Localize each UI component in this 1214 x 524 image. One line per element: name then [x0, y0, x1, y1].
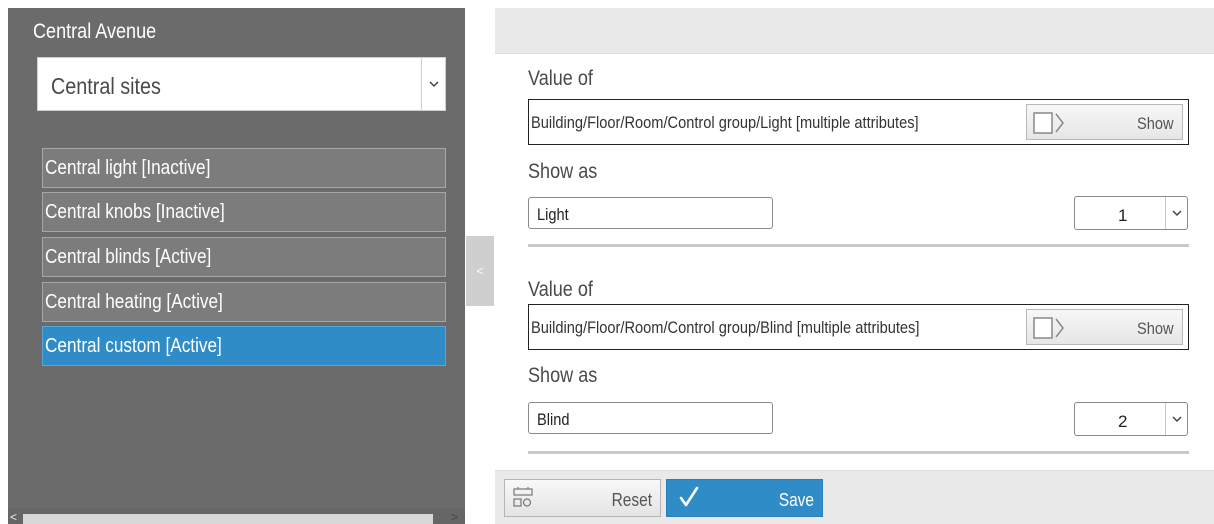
value-path-field: Building/Floor/Room/Control group/Blind …	[528, 304, 1189, 350]
show-panel-icon	[1033, 317, 1064, 339]
value-of-label: Value of	[528, 278, 593, 301]
order-select[interactable]: 2	[1074, 402, 1188, 436]
collapse-sidebar-button[interactable]: <	[466, 236, 494, 306]
central-item-blinds[interactable]: Central blinds [Active]	[42, 237, 446, 277]
entry-divider	[528, 451, 1189, 454]
reset-button-label: Reset	[611, 490, 652, 510]
show-as-input-value: Light	[537, 205, 569, 224]
order-select[interactable]: 1	[1074, 196, 1188, 230]
show-button-label: Show	[1137, 319, 1174, 338]
central-item-light[interactable]: Central light [Inactive]	[42, 148, 446, 188]
save-button[interactable]: Save	[666, 479, 823, 517]
value-path-field: Building/Floor/Room/Control group/Light …	[528, 99, 1189, 145]
value-path-text: Building/Floor/Room/Control group/Light …	[531, 113, 919, 132]
reset-icon	[513, 487, 533, 507]
show-button[interactable]: Show	[1026, 104, 1183, 140]
reset-button[interactable]: Reset	[504, 479, 661, 517]
central-item-knobs[interactable]: Central knobs [Inactive]	[42, 192, 446, 232]
chevron-down-icon	[421, 58, 445, 110]
chevron-left-icon: <	[476, 264, 484, 278]
save-button-label: Save	[778, 490, 814, 510]
sidebar: Central Avenue Central sites Central lig…	[8, 8, 465, 524]
value-of-label: Value of	[528, 67, 593, 90]
entry-divider	[528, 244, 1189, 247]
bottom-toolbar: Reset Save	[495, 470, 1214, 524]
central-item-custom[interactable]: Central custom [Active]	[42, 326, 446, 366]
show-as-label: Show as	[528, 160, 598, 183]
central-item-label: Central heating [Active]	[45, 291, 223, 313]
show-as-input-value: Blind	[537, 410, 570, 429]
scroll-right-arrow-icon[interactable]: >	[451, 510, 458, 524]
central-item-label: Central light [Inactive]	[45, 157, 211, 179]
show-panel-icon	[1033, 112, 1064, 134]
site-select-value: Central sites	[51, 73, 161, 99]
sidebar-horizontal-scrollbar[interactable]: < >	[8, 508, 465, 524]
central-item-label: Central custom [Active]	[45, 335, 222, 357]
show-button[interactable]: Show	[1026, 309, 1183, 345]
show-as-input[interactable]: Light	[528, 197, 773, 229]
site-select[interactable]: Central sites	[37, 57, 446, 111]
location-title: Central Avenue	[33, 20, 157, 43]
chevron-down-icon	[1165, 403, 1187, 435]
scroll-left-arrow-icon[interactable]: <	[10, 510, 17, 524]
show-button-label: Show	[1137, 114, 1174, 133]
checkmark-icon	[679, 486, 699, 507]
order-select-value: 2	[1118, 412, 1128, 431]
order-select-value: 1	[1118, 206, 1128, 225]
show-as-label: Show as	[528, 364, 598, 387]
central-item-label: Central knobs [Inactive]	[45, 201, 225, 223]
right-header-bar	[495, 8, 1214, 54]
show-as-input[interactable]: Blind	[528, 402, 773, 434]
chevron-down-icon	[1165, 197, 1187, 229]
value-path-text: Building/Floor/Room/Control group/Blind …	[531, 318, 920, 337]
central-item-label: Central blinds [Active]	[45, 246, 212, 268]
scrollbar-thumb[interactable]	[23, 514, 433, 524]
central-item-heating[interactable]: Central heating [Active]	[42, 282, 446, 322]
